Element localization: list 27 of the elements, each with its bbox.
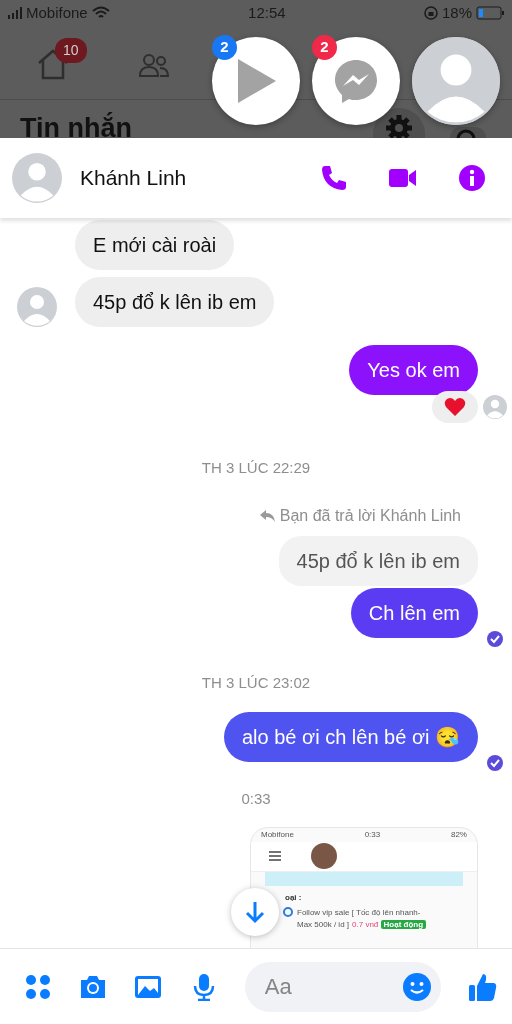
message-bubble: Yes ok em bbox=[349, 345, 478, 395]
contact-name: Khánh Linh bbox=[80, 165, 188, 192]
timestamp: 0:33 bbox=[241, 789, 271, 809]
message-bubble: 45p đổ k lên ib em bbox=[75, 277, 275, 327]
status-time: 12:54 bbox=[248, 2, 286, 23]
battery-percent: 82% bbox=[450, 828, 467, 841]
quoted-message: 45p đổ k lên ib em bbox=[278, 535, 478, 586]
status-tag: Hoạt động bbox=[380, 919, 427, 929]
timestamp: TH 3 LÚC 22:29 bbox=[201, 458, 311, 478]
carrier-name: Mobifone bbox=[261, 828, 294, 841]
option-label: Follow vip sale [ Tốc độ lên nhanh- bbox=[297, 906, 421, 919]
message-bubble: alo bé ơi ch lên bé ơi 😪 bbox=[224, 712, 478, 762]
price: 0.7 vnđ bbox=[352, 919, 379, 929]
reply-note: Bạn đã trả lời Khánh Linh bbox=[279, 505, 461, 526]
message-input[interactable]: Aa bbox=[262, 969, 383, 1004]
message-bubble: Ch lên em bbox=[350, 587, 478, 638]
message-field[interactable]: Aa bbox=[244, 961, 441, 1012]
image-attachment[interactable]: Mobifone 0:33 82% oại : Follow vip sale [ Tốc độ lên nhanh- Max 500k / id ] 0.7 vnđ Hoạt động bbox=[250, 826, 478, 948]
timestamp: TH 3 LÚC 23:02 bbox=[201, 672, 311, 693]
status-time: 0:33 bbox=[364, 828, 381, 841]
page-title: Tin nhắn bbox=[20, 111, 132, 138]
carrier-name: Mobifone bbox=[26, 2, 88, 23]
option-label: Max 500k / id ] bbox=[297, 918, 350, 931]
battery-percent: 18% bbox=[441, 2, 472, 23]
notification-badge: 10 bbox=[55, 38, 87, 63]
message-bubble: E mới cài roài bbox=[75, 220, 235, 270]
section-label: oại : bbox=[285, 891, 302, 904]
